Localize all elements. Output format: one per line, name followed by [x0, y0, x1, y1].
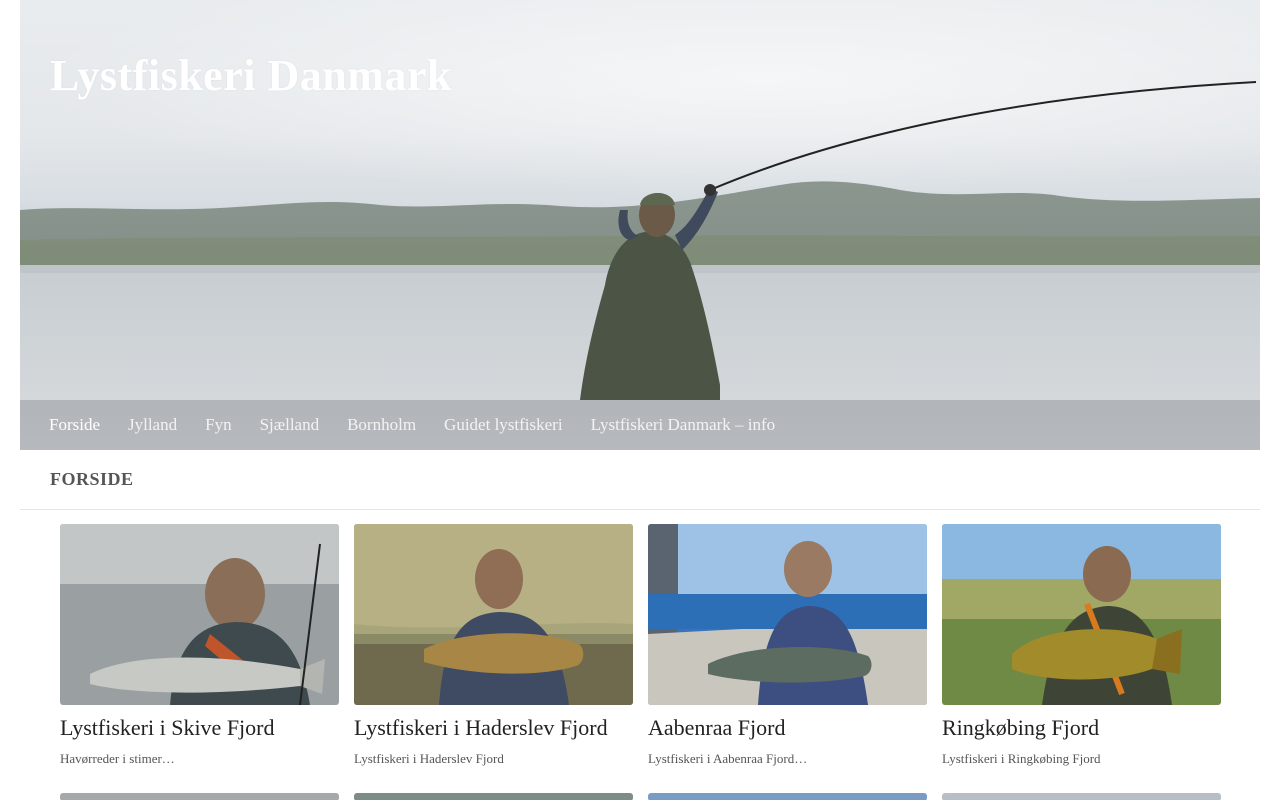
nav-item-forside[interactable]: Forside — [49, 415, 100, 435]
post-excerpt: Lystfiskeri i Haderslev Fjord — [354, 751, 504, 766]
hero-banner: Lystfiskeri Danmark Forside Jylland Fyn … — [20, 0, 1260, 450]
post-image — [942, 524, 1221, 705]
post-title[interactable]: Ringkøbing Fjord — [942, 715, 1221, 741]
post-excerpt: Lystfiskeri i Ringkøbing Fjord — [942, 751, 1101, 766]
post-card[interactable]: Lystfiskeri i Skive Fjord Havørreder i s… — [60, 524, 339, 767]
post-title[interactable]: Lystfiskeri i Haderslev Fjord — [354, 715, 633, 741]
nav-item-fyn[interactable]: Fyn — [205, 415, 231, 435]
main-navigation: Forside Jylland Fyn Sjælland Bornholm Gu… — [20, 400, 1260, 450]
post-card[interactable] — [648, 793, 927, 800]
post-excerpt: Lystfiskeri i Aabenraa Fjord… — [648, 751, 808, 766]
post-image — [354, 524, 633, 705]
post-card[interactable] — [354, 793, 633, 800]
post-image — [648, 524, 927, 705]
post-card[interactable] — [942, 793, 1221, 800]
post-thumbnail[interactable] — [942, 524, 1221, 705]
nav-item-guidet-lystfiskeri[interactable]: Guidet lystfiskeri — [444, 415, 563, 435]
nav-item-bornholm[interactable]: Bornholm — [347, 415, 416, 435]
post-thumbnail[interactable] — [354, 793, 633, 800]
post-thumbnail[interactable] — [60, 524, 339, 705]
post-thumbnail[interactable] — [354, 524, 633, 705]
post-card[interactable]: Lystfiskeri i Haderslev Fjord Lystfisker… — [354, 524, 633, 767]
post-image — [60, 524, 339, 705]
post-thumbnail[interactable] — [648, 793, 927, 800]
nav-item-info[interactable]: Lystfiskeri Danmark – info — [591, 415, 776, 435]
post-card[interactable]: Ringkøbing Fjord Lystfiskeri i Ringkøbin… — [942, 524, 1221, 767]
post-title[interactable]: Lystfiskeri i Skive Fjord — [60, 715, 339, 741]
post-thumbnail[interactable] — [942, 793, 1221, 800]
site-title[interactable]: Lystfiskeri Danmark — [50, 50, 452, 101]
posts-grid: Lystfiskeri i Skive Fjord Havørreder i s… — [60, 524, 1221, 800]
post-title[interactable]: Aabenraa Fjord — [648, 715, 927, 741]
post-card[interactable]: Aabenraa Fjord Lystfiskeri i Aabenraa Fj… — [648, 524, 927, 767]
post-thumbnail[interactable] — [648, 524, 927, 705]
nav-item-jylland[interactable]: Jylland — [128, 415, 177, 435]
post-card[interactable] — [60, 793, 339, 800]
post-thumbnail[interactable] — [60, 793, 339, 800]
page-title: FORSIDE — [50, 469, 134, 489]
nav-item-sjaelland[interactable]: Sjælland — [260, 415, 320, 435]
section-divider — [20, 509, 1260, 510]
post-excerpt: Havørreder i stimer… — [60, 751, 175, 766]
